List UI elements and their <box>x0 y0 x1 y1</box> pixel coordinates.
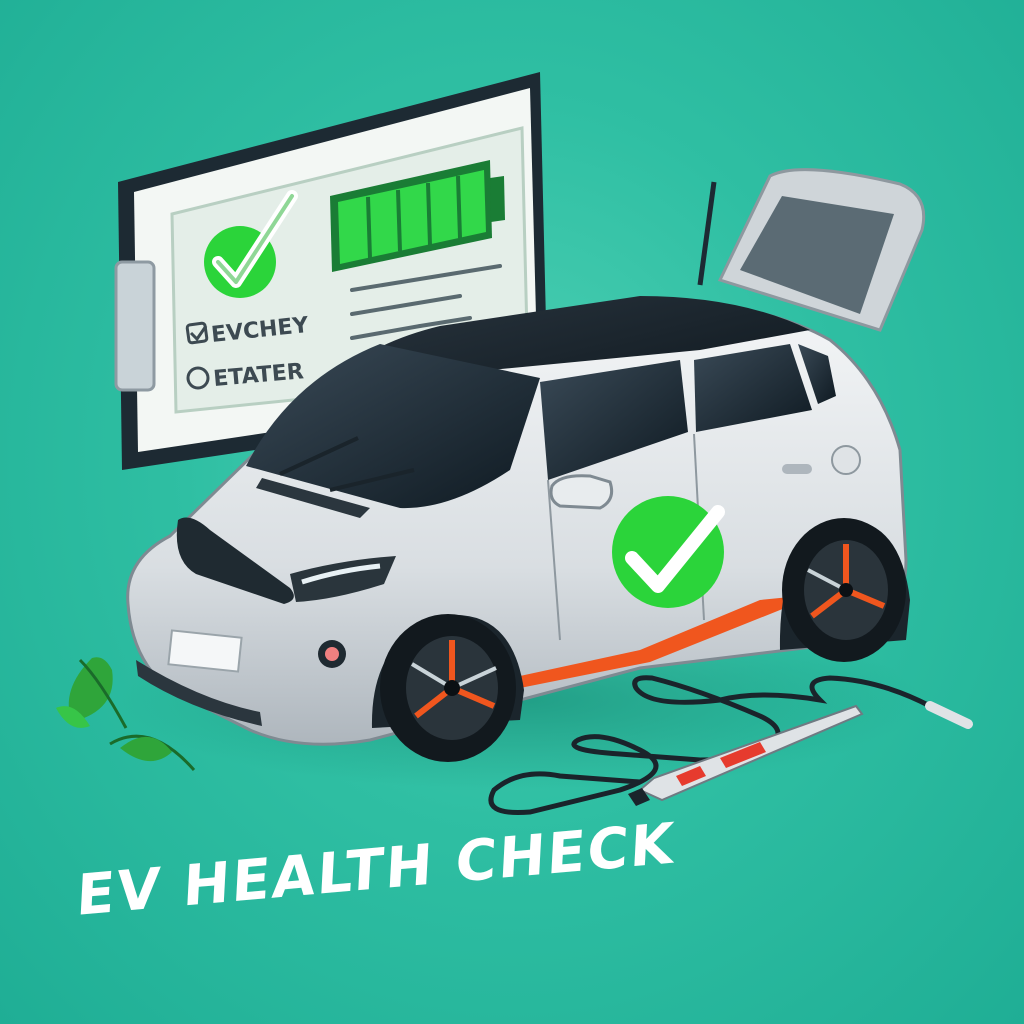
antenna <box>697 181 717 286</box>
door-handle <box>782 464 812 474</box>
front-wheel <box>380 614 516 762</box>
rear-wheel <box>782 518 906 662</box>
ev-health-check-illustration: EVCHEY ETATER EV HEALTH CHECK <box>0 0 1024 1024</box>
door-checkmark-badge <box>612 496 725 608</box>
illustration-canvas: EVCHEY ETATER EV HEALTH CHECK <box>56 72 973 929</box>
side-mirror <box>549 474 614 510</box>
caption-title: EV HEALTH CHECK <box>75 811 678 929</box>
clipboard-clip <box>114 260 156 392</box>
charge-port <box>831 445 861 475</box>
license-plate <box>167 629 243 673</box>
